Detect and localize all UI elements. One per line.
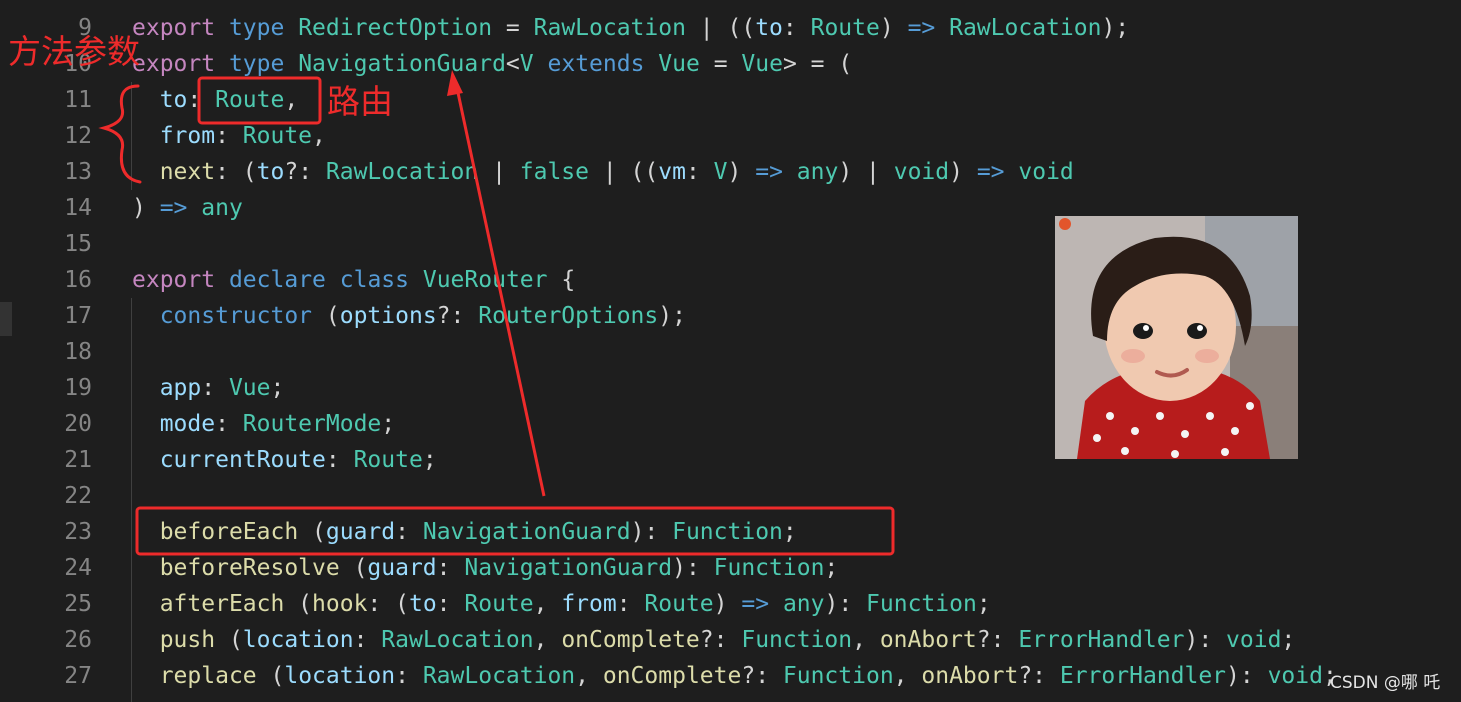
csdn-watermark: CSDN @哪 吒 <box>1330 673 1441 693</box>
beforeeach-highlight-box <box>135 506 895 556</box>
annotation-overlay <box>98 70 895 556</box>
route-highlight-box <box>197 76 322 125</box>
route-label: 路由 <box>327 82 393 121</box>
arrow-shaft <box>455 87 546 497</box>
method-params-label: 方法参数 <box>8 32 140 71</box>
arrow-head <box>447 70 463 96</box>
params-curly-brace <box>98 84 142 184</box>
